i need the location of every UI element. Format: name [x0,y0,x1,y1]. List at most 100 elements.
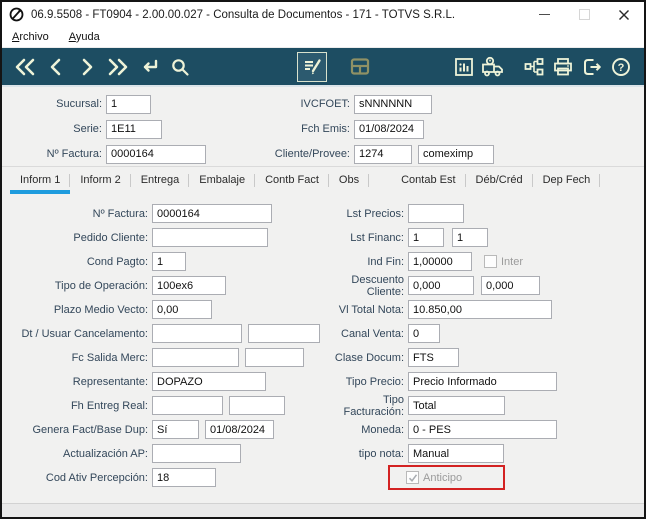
tab-embalaje[interactable]: Embalaje [189,167,255,194]
genera-fact-field[interactable]: Sí [152,420,199,439]
genera-fact-base-dup-label: Genera Fact/Base Dup: [32,423,148,436]
fc-salida-merc-label: Fc Salida Merc: [71,351,148,364]
moneda-field[interactable]: 0 - PES [408,420,557,439]
menu-archivo[interactable]: Archivo [12,31,49,43]
fh-entreg-real-field-2[interactable] [229,396,285,415]
printer-icon [554,57,572,75]
ind-fin-field[interactable]: 1,00000 [408,252,472,271]
representante-field[interactable]: DOPAZO [152,372,266,391]
enter-confirm-button[interactable] [136,54,162,80]
fch-emis-field[interactable]: 01/08/2024 [354,119,424,139]
browse-table-button[interactable] [347,54,373,80]
tab-obs[interactable]: Obs [329,167,370,194]
inter-checkbox[interactable] [484,255,497,268]
fc-salida-merc-field-2[interactable] [245,348,304,367]
tab-deb-cred[interactable]: Déb/Créd [466,167,533,194]
form-row: Tipo Facturación: Total [322,394,557,418]
tipo-nota-label: tipo nota: [358,447,404,460]
minimize-icon [538,14,550,15]
anticipo-checkbox-label: Anticipo [423,471,463,484]
tipo-operacion-field[interactable]: 100ex6 [152,276,226,295]
cod-ativ-percepcion-field[interactable]: 18 [152,468,216,487]
print-button[interactable] [550,54,576,80]
nav-previous-button[interactable] [43,54,69,80]
search-button[interactable] [167,54,193,80]
lst-financ-field-1[interactable]: 1 [408,228,444,247]
form-row: Cond Pagto: 1 [6,252,320,271]
lst-precios-field[interactable] [408,204,464,223]
clase-docum-field[interactable]: FTS [408,348,459,367]
tab-inform-2[interactable]: Inform 2 [70,167,132,194]
tab-inform-1[interactable]: Inform 1 [10,167,71,194]
descuento-cliente-field-2[interactable]: 0,000 [481,276,540,295]
menu-bar: Archivo Ayuda [2,27,644,48]
close-button[interactable] [604,2,644,27]
canal-venta-field[interactable]: 0 [408,324,440,343]
edit-document-button[interactable] [297,51,327,82]
sucursal-label: Sucursal: [56,98,102,110]
pedido-cliente-field[interactable] [152,228,268,247]
maximize-icon [578,9,590,20]
chevron-right-icon [82,58,93,75]
dt-usuar-cancelamento-label: Dt / Usuar Cancelamento: [21,327,148,340]
form-row: Descuento Cliente: 0,000 0,000 [322,274,557,298]
dt-cancelamento-field[interactable] [152,324,242,343]
fch-emis-label: Fch Emis: [301,123,350,135]
menu-ayuda[interactable]: Ayuda [69,31,100,43]
anticipo-checkbox[interactable] [406,471,419,484]
cliente-provee-code-field[interactable]: 1274 [354,144,412,164]
base-dup-date-field[interactable]: 01/08/2024 [205,420,274,439]
svg-text:?: ? [618,62,625,74]
check-icon [408,473,417,482]
lst-financ-field-2[interactable]: 1 [452,228,488,247]
num-factura-header-field[interactable]: 0000164 [106,144,206,164]
tipo-facturacion-field[interactable]: Total [408,396,505,415]
tab-entrega[interactable]: Entrega [131,167,190,194]
tab-bar: Inform 1 Inform 2 Entrega Embalaje Contb… [2,166,644,194]
maximize-button[interactable] [564,2,604,27]
cond-pagto-field[interactable]: 1 [152,252,186,271]
plazo-medio-vecto-field[interactable]: 0,00 [152,300,212,319]
form-row: Canal Venta: 0 [322,324,557,343]
double-chevron-left-icon [15,58,35,75]
form-row: Clase Docum: FTS [322,348,557,367]
form-row: Actualización AP: [6,444,320,463]
representante-label: Representante: [72,375,148,388]
document-header: Sucursal: 1 Serie: 1E11 Nº Factura: 0000… [2,87,644,166]
form-row: Dt / Usuar Cancelamento: [6,324,320,343]
tab-contab-est[interactable]: Contab Est [391,167,466,194]
return-arrow-icon [143,59,158,72]
minimize-button[interactable] [524,2,564,27]
tab-content-inform-1: Nº Factura: 0000164 Pedido Cliente: Cond… [2,194,644,503]
sucursal-field[interactable]: 1 [106,94,151,114]
vl-total-nota-field[interactable]: 10.850,00 [408,300,552,319]
exit-button[interactable] [579,54,605,80]
nav-first-button[interactable] [12,54,38,80]
descuento-cliente-field-1[interactable]: 0,000 [408,276,474,295]
cliente-provee-name-field[interactable]: comeximp [418,144,494,164]
form-row: Representante: DOPAZO [6,372,320,391]
nav-next-button[interactable] [74,54,100,80]
tipo-precio-field[interactable]: Precio Informado [408,372,557,391]
nav-last-button[interactable] [105,54,131,80]
actualizacion-ap-field[interactable] [152,444,241,463]
cod-ativ-percepcion-label: Cod Ativ Percepción: [45,471,148,484]
usuar-cancelamento-field[interactable] [248,324,320,343]
chart-button[interactable] [451,54,477,80]
anticipo-highlight-box: Anticipo [388,465,505,490]
delivery-tracking-button[interactable] [480,54,506,80]
fh-entreg-real-field-1[interactable] [152,396,223,415]
org-tree-button[interactable] [521,54,547,80]
lst-financ-label: Lst Financ: [350,231,404,244]
inter-checkbox-label: Inter [501,255,524,268]
serie-field[interactable]: 1E11 [106,119,162,139]
num-factura-field[interactable]: 0000164 [152,204,272,223]
tab-contb-fact[interactable]: Contb Fact [255,167,329,194]
ivcfoet-field[interactable]: sNNNNNN [354,94,432,114]
title-bar: 06.9.5508 - FT0904 - 2.00.00.027 - Consu… [2,2,644,27]
tipo-nota-field[interactable]: Manual [408,444,504,463]
form-row: Lst Precios: [322,204,557,223]
tab-dep-fech[interactable]: Dep Fech [533,167,601,194]
fc-salida-merc-field-1[interactable] [152,348,239,367]
help-button[interactable]: ? [608,54,634,80]
